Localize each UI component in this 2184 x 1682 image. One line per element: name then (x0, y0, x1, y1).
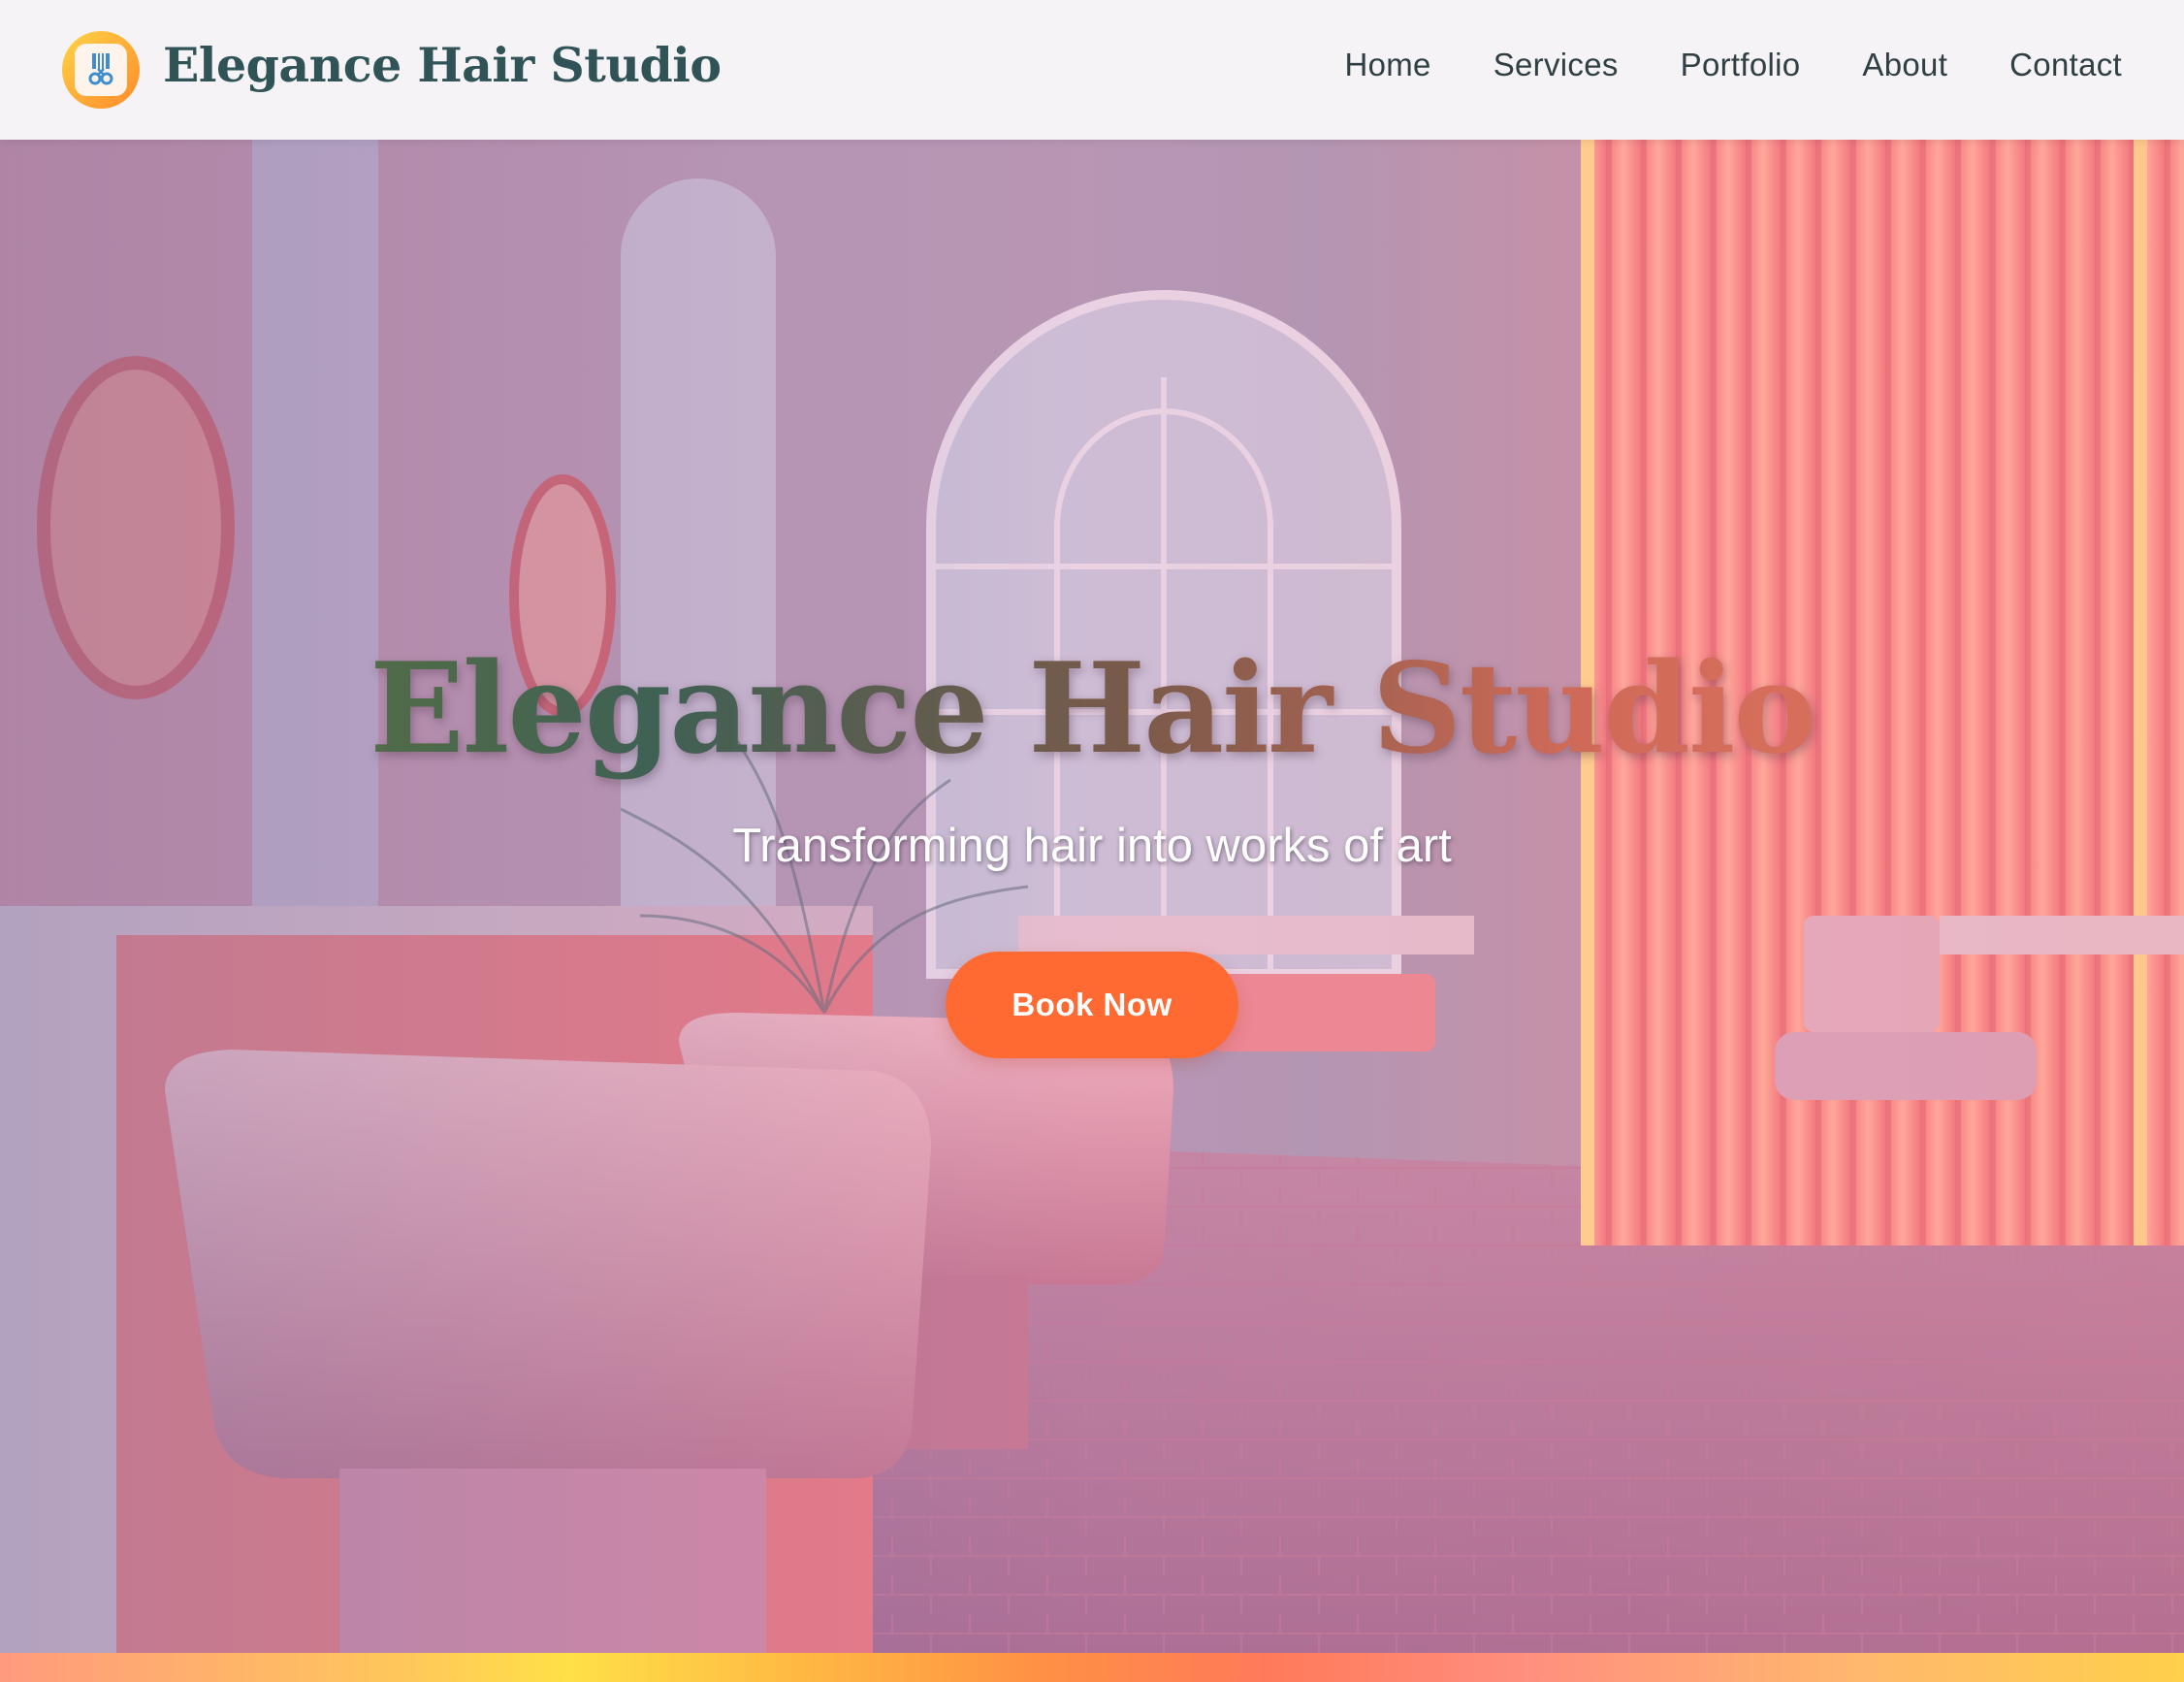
main-nav: Home Services Portfolio About Contact (1344, 47, 2122, 83)
scissors-comb-icon (75, 44, 127, 96)
hero-subtitle: Transforming hair into works of art (732, 820, 1452, 872)
nav-about[interactable]: About (1862, 47, 1947, 83)
logo[interactable] (62, 31, 140, 109)
nav-portfolio[interactable]: Portfolio (1681, 47, 1801, 83)
footer-gradient-strip (0, 1653, 2184, 1682)
nav-contact[interactable]: Contact (2009, 47, 2122, 83)
nav-services[interactable]: Services (1493, 47, 1619, 83)
book-now-button[interactable]: Book Now (946, 952, 1238, 1058)
brand-name[interactable]: Elegance Hair Studio (163, 37, 722, 93)
nav-home[interactable]: Home (1344, 47, 1430, 83)
hero-title: Elegance Hair Studio (0, 636, 2184, 782)
hero-overlay (0, 140, 2184, 1653)
hero-section: Elegance Hair Studio Transforming hair i… (0, 140, 2184, 1653)
site-header: Elegance Hair Studio Home Services Portf… (0, 0, 2184, 140)
